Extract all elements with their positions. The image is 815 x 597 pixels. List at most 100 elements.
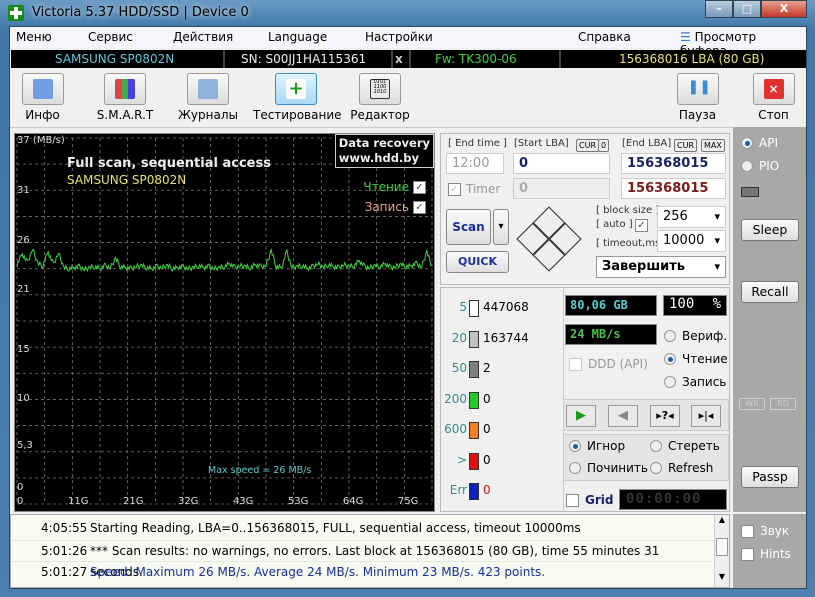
latency-legend-row: 20 163744 (441, 330, 561, 349)
refresh-radio[interactable]: Refresh (650, 461, 713, 475)
repair-radio[interactable]: Починить (569, 461, 648, 475)
x-tick-label: 75G (397, 496, 419, 507)
menu-service[interactable]: Сервис (88, 30, 133, 44)
speed-graph: 37 (MB/s) 31 26 21 15 10 5,3 0 0 11G 21G 32G 43G 53… (14, 133, 435, 512)
right-sidebar: API PIO Sleep Recall WR RD Passp (733, 127, 806, 512)
latency-threshold: 50 (451, 361, 467, 375)
read-toggle[interactable]: Чтение ✓ (363, 180, 426, 194)
start-lba-input[interactable]: 0 (513, 153, 610, 174)
timer-checkbox[interactable]: ✓ (448, 182, 461, 196)
hints-toggle[interactable]: Hints (741, 547, 791, 561)
app-icon (8, 5, 24, 21)
stop-button[interactable]: × Стоп (751, 73, 796, 122)
timer-end-lba: 156368015 (621, 178, 726, 199)
log-entry: 5:01:27 Speed: Maximum 26 MB/s. Average 2… (11, 561, 716, 582)
end-lba-label: [End LBA] (622, 138, 672, 149)
stop-icon: × (763, 79, 784, 99)
read-checkbox[interactable]: ✓ (413, 180, 426, 194)
latency-color-box (469, 452, 479, 470)
recall-button[interactable]: Recall (741, 281, 799, 303)
mode-verify-radio[interactable]: Вериф. (664, 329, 727, 343)
auto-checkbox[interactable]: ✓ (635, 219, 648, 232)
end-time-label: [ End time ] (448, 138, 507, 149)
binary-file-icon: 0101 1100 1010 (370, 79, 390, 99)
menu-main[interactable]: Меню (16, 30, 52, 44)
grid-toggle[interactable]: Grid (566, 493, 613, 507)
log-panel: 4:05:55 Starting Reading, LBA=0..15636801… (10, 514, 730, 588)
close-drive-button[interactable]: x (395, 50, 403, 68)
end-time-input[interactable]: 12:00 (446, 153, 504, 174)
end-max-button[interactable]: MAX (701, 139, 725, 152)
erase-radio[interactable]: Стереть (650, 439, 720, 453)
log-entry: 4:05:55 Starting Reading, LBA=0..15636801… (11, 518, 716, 539)
drive-model: SAMSUNG SP0802N (55, 52, 175, 66)
play-backward-button[interactable]: ◀ (608, 405, 638, 427)
sound-toggle[interactable]: Звук (741, 524, 789, 538)
latency-legend-row: >0 (441, 452, 561, 471)
api-radio[interactable]: API (741, 136, 778, 150)
brand-box: Data recovery www.hdd.by (334, 134, 434, 168)
finish-action-select[interactable]: Завершить (596, 256, 726, 278)
read-speed-line (16, 247, 432, 273)
scan-controls: [ End time ] 12:00 [Start LBA] CUR 0 [En… (440, 133, 730, 285)
scan-dropdown-button[interactable]: ▾ (493, 209, 509, 245)
smart-chart-icon (115, 79, 135, 99)
menu-help[interactable]: Справка (578, 30, 631, 44)
editor-button[interactable]: 0101 1100 1010 Редактор (350, 73, 410, 122)
log-scrollbar[interactable]: ▲ ▼ (714, 515, 729, 587)
random-seek-button[interactable]: ▸?◂ (650, 405, 680, 427)
passp-button[interactable]: Passp (741, 466, 799, 488)
end-cur-button[interactable]: CUR (674, 139, 697, 152)
timer-start-lba: 0 (513, 178, 610, 199)
latency-legend-row: 600 0 (441, 422, 561, 440)
write-toggle[interactable]: Запись ✓ (365, 200, 426, 214)
menu-language[interactable]: Language (268, 30, 327, 44)
butterfly-button[interactable]: ▸|◂ (691, 405, 721, 427)
drive-serial: SN: S00JJ1HA115361 (241, 52, 367, 66)
play-forward-button[interactable]: ▶ (566, 405, 596, 427)
ddd-api-toggle[interactable]: DDD (API) (569, 357, 648, 371)
y-tick-label: 26 (17, 234, 30, 246)
end-lba-input[interactable]: 156368015 (621, 153, 726, 174)
scroll-thumb[interactable] (716, 538, 728, 556)
direction-pad[interactable] (516, 206, 582, 272)
smart-button[interactable]: S.M.A.R.T (95, 73, 155, 122)
quick-button[interactable]: QUICK (446, 251, 509, 273)
log-options: Звук Hints (733, 514, 806, 588)
info-button[interactable]: Инфо (20, 73, 65, 122)
ignore-radio[interactable]: Игнор (569, 439, 625, 453)
pio-radio[interactable]: PIO (741, 159, 779, 173)
mode-write-radio[interactable]: Запись (664, 375, 726, 389)
start-cur-button[interactable]: CUR (576, 139, 599, 152)
close-button[interactable]: X (761, 0, 807, 18)
list-icon: ☰ (680, 30, 695, 44)
menu-actions[interactable]: Действия (173, 30, 233, 44)
y-tick-label: 21 (17, 284, 30, 296)
x-tick-label: 64G (342, 496, 364, 507)
scroll-up-icon[interactable]: ▲ (715, 515, 729, 524)
log-message: Speed: Maximum 26 MB/s. Average 24 MB/s.… (90, 565, 546, 579)
latency-threshold: > (456, 452, 467, 467)
menu-settings[interactable]: Настройки (365, 30, 433, 44)
write-checkbox[interactable]: ✓ (413, 200, 426, 214)
brand-line-1: Data recovery (338, 136, 430, 150)
scan-button[interactable]: Scan (446, 209, 491, 245)
testing-button[interactable]: + Тестирование (253, 73, 342, 122)
block-size-select[interactable]: 256 (657, 206, 726, 228)
scroll-down-icon[interactable]: ▼ (715, 572, 729, 581)
sleep-button[interactable]: Sleep (741, 219, 799, 241)
latency-count: 0 (483, 452, 491, 467)
start-zero-button[interactable]: 0 (598, 139, 610, 152)
x-tick-label: 32G (177, 496, 199, 507)
y-tick-label: 5,3 (17, 439, 33, 451)
latency-count: 163744 (483, 330, 529, 345)
timer-toggle[interactable]: ✓ Timer (448, 182, 500, 196)
pause-button[interactable]: ❚❚ Пауза (675, 73, 720, 122)
latency-color-box (469, 330, 479, 348)
maximize-button[interactable]: □ (733, 0, 761, 18)
minimize-button[interactable]: – (705, 0, 733, 18)
logs-button[interactable]: Журналы (178, 73, 238, 122)
elapsed-timer-display: 00:00:00 (619, 489, 727, 510)
mode-read-radio[interactable]: Чтение (664, 352, 728, 366)
timeout-select[interactable]: 10000 (657, 230, 726, 252)
